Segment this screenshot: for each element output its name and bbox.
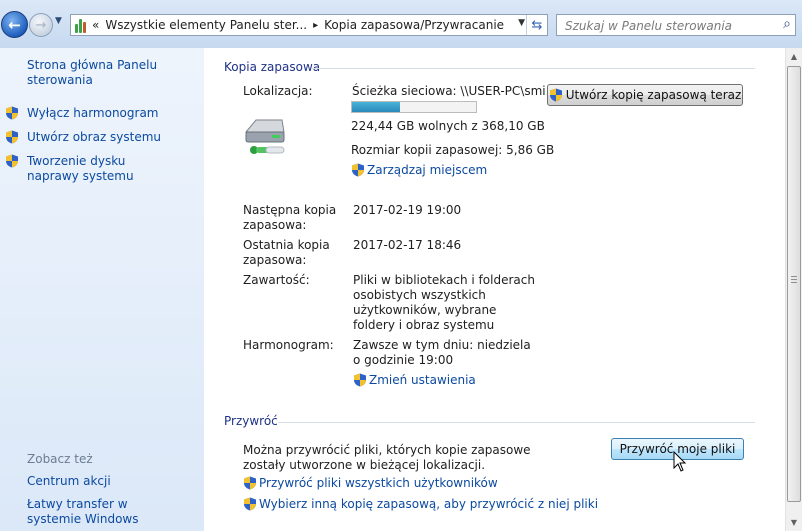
uac-shield-icon — [5, 154, 19, 168]
sidebar-item-label[interactable]: Tworzenie dysku naprawy systemu — [27, 154, 180, 184]
group-divider — [278, 422, 755, 423]
group-divider — [311, 68, 755, 69]
refresh-icon[interactable]: ⇆ — [526, 15, 547, 35]
breadcrumb-separator[interactable]: ▸ — [313, 20, 318, 31]
drive-usage-fill — [352, 102, 401, 112]
sidebar-item-create-system-image[interactable]: Utwórz obraz systemu — [5, 130, 161, 145]
manage-space-link[interactable]: Zarządzaj miejscem — [351, 163, 487, 177]
choose-other-backup-label[interactable]: Wybierz inną kopię zapasową, aby przywró… — [259, 497, 598, 511]
uac-shield-icon — [5, 130, 19, 144]
restore-all-users-label[interactable]: Przywróć pliki wszystkich użytkowników — [259, 476, 498, 490]
control-panel-icon — [74, 17, 88, 33]
sidebar-item-disable-schedule[interactable]: Wyłącz harmonogram — [5, 106, 158, 121]
breadcrumb-overflow[interactable]: « — [92, 18, 99, 32]
next-backup-label: Następna kopia zapasowa: — [243, 203, 337, 232]
schedule-label: Harmonogram: — [243, 338, 334, 352]
backup-size-text: Rozmiar kopii zapasowej: 5,86 GB — [351, 143, 555, 157]
scroll-down-arrow-icon[interactable]: ▼ — [786, 514, 802, 531]
manage-space-label[interactable]: Zarządzaj miejscem — [367, 163, 487, 177]
last-backup-label: Ostatnia kopia zapasowa: — [243, 238, 330, 267]
restore-description: Można przywrócić pliki, których kopie za… — [243, 443, 531, 472]
grip-icon — [791, 276, 797, 284]
easy-transfer-link[interactable]: Łatwy transfer w systemie Windows — [27, 497, 177, 527]
restore-group-title: Przywróć — [224, 414, 278, 428]
back-button[interactable]: ← — [1, 11, 28, 38]
location-value: Ścieżka sieciowa: \\USER-PC\smi... — [352, 84, 558, 98]
action-center-link[interactable]: Centrum akcji — [27, 474, 111, 489]
next-backup-value: 2017-02-19 19:00 — [353, 203, 462, 217]
sidebar-item-label[interactable]: Utwórz obraz systemu — [27, 130, 161, 145]
uac-shield-icon — [549, 88, 563, 102]
chevron-down-icon[interactable]: ▼ — [518, 18, 525, 28]
last-backup-value: 2017-02-17 18:46 — [353, 238, 462, 252]
recent-pages-dropdown[interactable]: ▼ — [55, 16, 67, 30]
contents-label: Zawartość: — [243, 273, 310, 287]
mouse-pointer-icon — [673, 450, 687, 476]
forward-button[interactable]: → — [29, 13, 53, 37]
schedule-value: Zawsze w tym dniu: niedziela o godzinie … — [353, 338, 531, 367]
sidebar-item-label[interactable]: Wyłącz harmonogram — [27, 106, 158, 121]
backup-now-button[interactable]: Utwórz kopię zapasową teraz — [547, 84, 743, 106]
contents-value: Pliki w bibliotekach i folderach osobist… — [353, 273, 535, 332]
change-settings-label[interactable]: Zmień ustawienia — [369, 373, 476, 387]
uac-shield-icon — [243, 476, 257, 490]
change-settings-link[interactable]: Zmień ustawienia — [353, 373, 476, 387]
address-bar[interactable]: « Wszystkie elementy Panelu ster... ▸ Ko… — [70, 14, 548, 36]
breadcrumb-all-control-panel-items[interactable]: Wszystkie elementy Panelu ster... — [105, 18, 307, 32]
location-label: Lokalizacja: — [243, 84, 313, 98]
free-space-text: 224,44 GB wolnych z 368,10 GB — [351, 119, 545, 133]
control-panel-home-link[interactable]: Strona główna Panelu sterowania — [27, 58, 192, 88]
uac-shield-icon — [353, 373, 367, 387]
sidebar-item-create-repair-disc[interactable]: Tworzenie dysku naprawy systemu — [5, 154, 180, 184]
choose-other-backup-link[interactable]: Wybierz inną kopię zapasową, aby przywró… — [243, 497, 598, 511]
breadcrumb-backup-restore[interactable]: Kopia zapasowa/Przywracanie — [324, 18, 504, 32]
magnifier-icon[interactable]: ⌕ — [783, 16, 791, 32]
uac-shield-icon — [351, 163, 365, 177]
backup-group-title: Kopia zapasowa — [224, 60, 321, 74]
backup-now-label: Utwórz kopię zapasową teraz — [565, 88, 742, 102]
search-box[interactable]: ⌕ — [556, 14, 796, 36]
see-also-heading: Zobacz też — [27, 452, 93, 466]
search-input[interactable] — [563, 16, 767, 36]
uac-shield-icon — [5, 106, 19, 120]
scrollbar-thumb[interactable] — [787, 66, 801, 502]
vertical-scrollbar[interactable]: ▲ ▼ — [785, 48, 802, 531]
backup-drive-icon — [242, 112, 288, 158]
scroll-up-arrow-icon[interactable]: ▲ — [786, 48, 802, 65]
drive-usage-bar — [351, 101, 477, 113]
restore-all-users-link[interactable]: Przywróć pliki wszystkich użytkowników — [243, 476, 498, 490]
uac-shield-icon — [243, 497, 257, 511]
arrow-right-icon: → — [35, 17, 47, 33]
arrow-left-icon: ← — [8, 15, 21, 34]
chevron-down-icon: ▼ — [55, 16, 62, 26]
